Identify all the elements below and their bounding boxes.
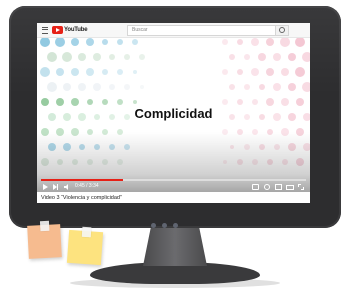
decorative-dot [101, 69, 108, 75]
youtube-logo-text: YouTube [64, 27, 88, 33]
decorative-dot [301, 82, 310, 92]
decorative-dot [46, 82, 57, 92]
decorative-dot [287, 83, 296, 91]
decorative-dot [123, 54, 130, 60]
decorative-dot [236, 99, 243, 105]
decorative-dot [123, 84, 130, 90]
search-input[interactable]: Buscar [127, 25, 289, 36]
decorative-dot [294, 38, 305, 47]
decorative-dot [228, 54, 235, 60]
monitor-button[interactable] [151, 223, 156, 228]
tape [39, 220, 49, 232]
video-player[interactable]: Complicidad 0:45 / 3:34 [37, 38, 310, 192]
decorative-dot [85, 68, 94, 76]
decorative-dot [280, 98, 289, 106]
decorative-dot [46, 52, 57, 62]
decorative-dot [228, 84, 235, 90]
decorative-dot [70, 38, 79, 46]
decorative-dot [279, 38, 290, 47]
decorative-dot [62, 83, 71, 91]
decorative-dot [221, 99, 228, 105]
decorative-dot [287, 53, 296, 61]
decorative-dot [251, 99, 258, 105]
decorative-dot [77, 83, 86, 91]
decorative-dot [92, 83, 101, 91]
decorative-dot [108, 54, 115, 60]
hamburger-menu-icon[interactable] [42, 27, 48, 34]
youtube-logo[interactable]: YouTube [52, 26, 88, 34]
decorative-dot [258, 84, 265, 90]
decorative-dot [243, 84, 250, 90]
decorative-dot [138, 54, 145, 60]
decorative-dot [139, 85, 144, 89]
settings-icon[interactable] [264, 184, 270, 190]
miniplayer-icon[interactable] [275, 184, 282, 190]
decorative-dot [39, 67, 50, 77]
sticky-note-yellow [66, 226, 104, 266]
video-caption: Video 3 “Violencia y complicidad” [41, 195, 122, 201]
decorative-dot [301, 52, 310, 62]
screen: YouTube Buscar Complicidad 0:45 / 3:34 V… [37, 23, 310, 203]
decorative-dot [116, 99, 123, 105]
decorative-dot [221, 39, 228, 45]
decorative-dot [221, 69, 228, 75]
monitor-buttons [151, 223, 178, 228]
volume-icon[interactable] [64, 184, 70, 190]
time-display: 0:45 / 3:34 [75, 183, 99, 189]
captions-icon[interactable] [252, 184, 259, 190]
decorative-dot [101, 39, 108, 45]
decorative-dot [265, 38, 274, 46]
monitor-button[interactable] [173, 223, 178, 228]
decorative-dot [55, 98, 64, 106]
decorative-dot [116, 39, 123, 45]
decorative-dot [70, 68, 79, 76]
decorative-dot [132, 70, 137, 74]
next-icon[interactable] [53, 184, 59, 190]
decorative-dot [77, 53, 86, 61]
decorative-dot [86, 99, 93, 105]
decorative-dot [265, 98, 274, 106]
player-controls: 0:45 / 3:34 [37, 182, 310, 192]
decorative-dot [295, 98, 304, 106]
monitor-neck [143, 228, 207, 266]
theater-mode-icon[interactable] [286, 185, 294, 190]
decorative-dot [101, 99, 108, 105]
decorative-dot [55, 68, 64, 76]
decorative-dot [243, 54, 250, 60]
decorative-dot [39, 38, 50, 47]
decorative-dot [116, 69, 123, 75]
monitor-button[interactable] [162, 223, 167, 228]
search-button[interactable] [275, 26, 288, 35]
decorative-dot [132, 100, 137, 104]
decorative-dot [85, 38, 94, 46]
decorative-dot [272, 83, 281, 91]
fullscreen-icon[interactable] [298, 184, 304, 190]
decorative-dot [54, 38, 65, 47]
decorative-dot [70, 98, 79, 106]
decorative-dot [61, 52, 72, 62]
decorative-dot [257, 53, 266, 61]
decorative-dot [280, 68, 289, 76]
decorative-dot [92, 53, 101, 61]
progress-bar[interactable] [41, 179, 306, 181]
search-placeholder: Buscar [132, 27, 148, 33]
decorative-dot [294, 67, 305, 77]
decorative-dot [265, 68, 274, 76]
search-icon [279, 27, 285, 33]
video-title: Complicidad [134, 106, 213, 121]
play-icon[interactable] [43, 184, 48, 190]
decorative-dot [236, 69, 243, 75]
youtube-play-icon [52, 26, 63, 34]
tape [81, 226, 92, 238]
decorative-dot [131, 39, 138, 45]
decorative-dot [272, 53, 281, 61]
sticky-note-peach [27, 220, 62, 259]
decorative-dot [250, 38, 259, 46]
youtube-topbar: YouTube Buscar [37, 23, 310, 38]
progress-fill [41, 179, 124, 181]
decorative-dot [40, 98, 49, 106]
decorative-dot [236, 39, 243, 45]
decorative-dot [108, 84, 115, 90]
decorative-dot [250, 68, 259, 76]
